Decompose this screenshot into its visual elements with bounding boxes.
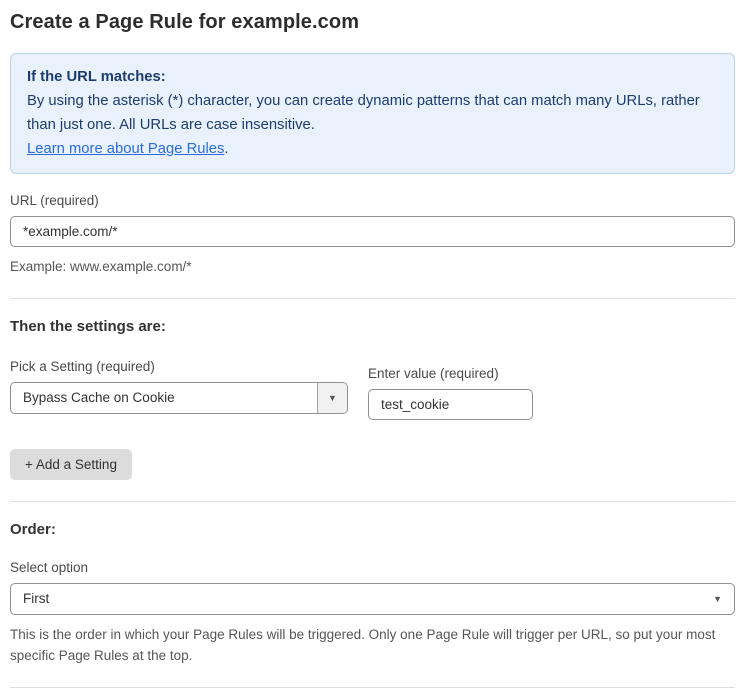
order-helper-text: This is the order in which your Page Rul… [10,624,730,666]
order-select-value: First [11,584,734,614]
add-setting-button[interactable]: + Add a Setting [10,449,132,480]
url-example-helper: Example: www.example.com/* [10,256,735,277]
order-select[interactable]: First ▼ [10,583,735,615]
url-field-label: URL (required) [10,193,735,208]
info-box-heading: If the URL matches: [27,65,718,89]
order-select-label: Select option [10,560,735,575]
url-match-info-box: If the URL matches: By using the asteris… [10,53,735,174]
dropdown-arrow-icon: ▼ [328,394,337,403]
divider [10,501,735,502]
divider [10,298,735,299]
info-box-body: By using the asterisk (*) character, you… [27,89,718,137]
link-period: . [224,141,228,157]
pick-setting-label: Pick a Setting (required) [10,359,348,374]
dropdown-arrow-icon: ▼ [713,595,722,604]
enter-value-label: Enter value (required) [368,366,533,381]
info-box-link-line: Learn more about Page Rules. [27,137,718,161]
learn-more-link[interactable]: Learn more about Page Rules [27,141,224,157]
settings-row: Pick a Setting (required) Bypass Cache o… [10,359,735,420]
setting-select-arrow-button[interactable]: ▼ [317,383,347,413]
info-box-body-text: By using the asterisk (*) character, you… [27,93,700,133]
page-title: Create a Page Rule for example.com [10,11,735,34]
page-rule-form: Create a Page Rule for example.com If th… [0,0,750,688]
setting-select[interactable]: Bypass Cache on Cookie ▼ [10,382,348,414]
setting-value-input[interactable] [368,389,533,420]
settings-section-heading: Then the settings are: [10,318,735,335]
enter-value-column: Enter value (required) [368,359,533,420]
order-section-heading: Order: [10,521,735,538]
url-input[interactable] [10,216,735,247]
pick-setting-column: Pick a Setting (required) Bypass Cache o… [10,359,348,414]
setting-select-value: Bypass Cache on Cookie [11,383,317,413]
